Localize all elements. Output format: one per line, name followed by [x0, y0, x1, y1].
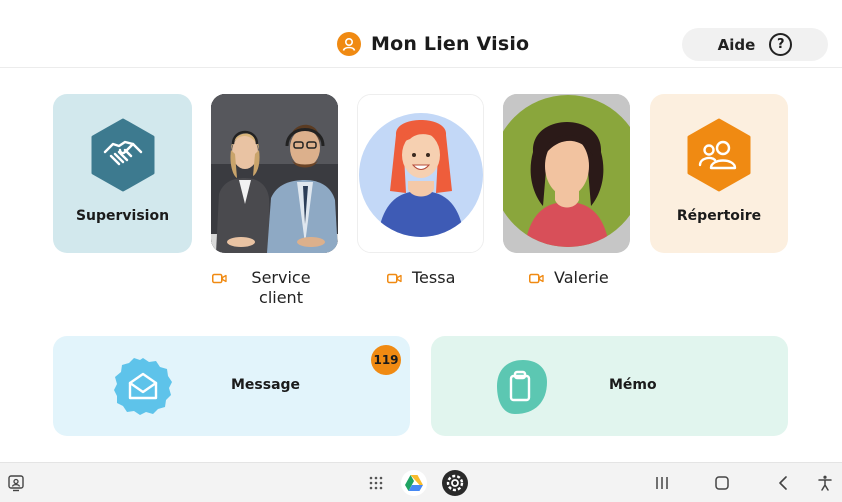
- service-client-name: Service client: [251, 268, 311, 307]
- message-label: Message: [231, 377, 301, 393]
- system-navigation-bar: [0, 462, 842, 502]
- message-card[interactable]: Message 119: [53, 336, 410, 436]
- home-icon[interactable]: [710, 471, 734, 495]
- person-circle-icon: [337, 32, 361, 56]
- repertoire-tile[interactable]: Répertoire: [650, 94, 788, 253]
- brand: Mon Lien Visio: [337, 32, 529, 56]
- valerie-label[interactable]: Valerie: [529, 268, 609, 287]
- help-button[interactable]: Aide ?: [682, 28, 828, 61]
- app-header: Mon Lien Visio Aide ?: [0, 0, 842, 68]
- unread-count-badge: 119: [371, 345, 401, 375]
- repertoire-label: Répertoire: [676, 208, 762, 224]
- valerie-avatar[interactable]: [503, 94, 630, 253]
- app-drawer-icon[interactable]: [364, 471, 388, 495]
- question-mark-icon: ?: [769, 33, 793, 56]
- envelope-open-icon: [114, 358, 172, 415]
- app-title: Mon Lien Visio: [371, 33, 530, 55]
- service-client-photo[interactable]: [211, 94, 338, 253]
- settings-gear-icon[interactable]: [441, 469, 469, 497]
- recent-apps-icon[interactable]: [650, 471, 674, 495]
- handshake-icon: [91, 118, 154, 192]
- tessa-name: Tessa: [412, 268, 456, 287]
- supervision-label: Supervision: [75, 208, 170, 224]
- video-camera-icon: [529, 273, 544, 284]
- memo-card[interactable]: Mémo: [431, 336, 788, 436]
- clipboard-icon: [497, 360, 547, 414]
- google-drive-icon[interactable]: [400, 469, 428, 497]
- people-icon: [687, 118, 751, 192]
- tessa-label[interactable]: Tessa: [387, 268, 455, 287]
- valerie-name: Valerie: [554, 268, 609, 287]
- back-icon[interactable]: [771, 471, 795, 495]
- tessa-avatar[interactable]: [357, 94, 484, 253]
- video-camera-icon: [387, 273, 402, 284]
- memo-label: Mémo: [609, 377, 657, 393]
- video-camera-icon: [212, 273, 227, 284]
- help-button-label: Aide: [717, 35, 756, 54]
- accessibility-icon[interactable]: [813, 471, 837, 495]
- service-client-label[interactable]: Service client: [212, 268, 340, 308]
- supervision-tile[interactable]: Supervision: [53, 94, 192, 253]
- screen-share-icon[interactable]: [4, 471, 28, 495]
